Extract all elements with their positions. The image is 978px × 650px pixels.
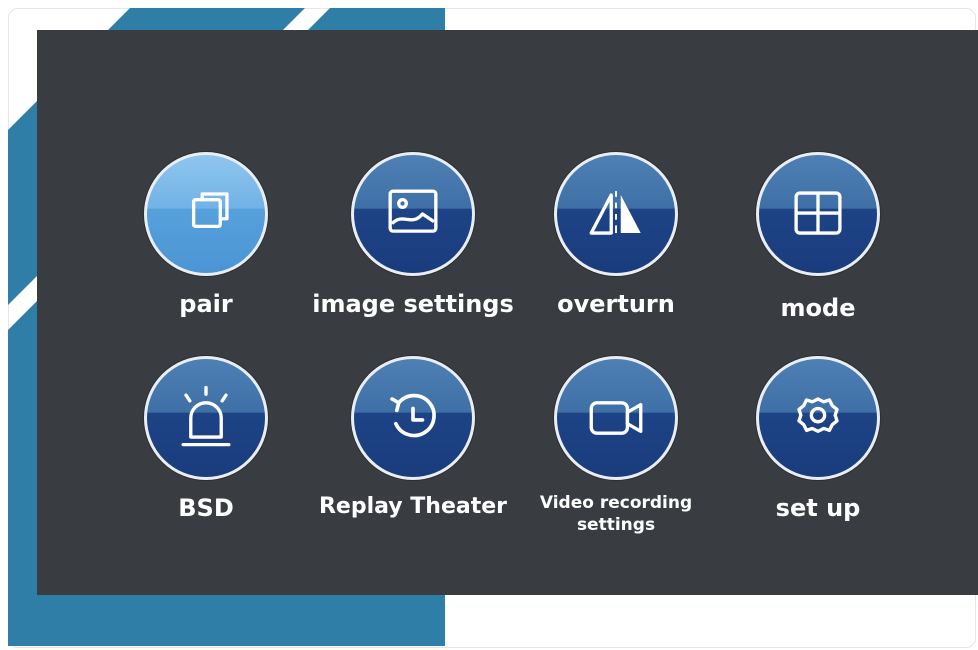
bsd-button[interactable]	[144, 356, 268, 480]
menu-item-label: set up	[775, 494, 861, 522]
menu-item-label: mode	[780, 294, 856, 322]
replay-history-icon	[390, 393, 436, 438]
image-icon	[388, 189, 438, 233]
menu-item-label: Video recording settings	[540, 492, 692, 536]
menu-item-pair[interactable]: pair	[126, 152, 286, 318]
pair-icon	[191, 192, 229, 229]
menu-item-video-recording-settings[interactable]: Video recording settings	[536, 356, 696, 536]
mode-button[interactable]	[756, 152, 880, 276]
menu-item-label: Replay Theater	[318, 494, 508, 519]
video-recording-settings-button[interactable]	[554, 356, 678, 480]
video-camera-icon	[589, 401, 643, 435]
menu-item-label: overturn	[557, 290, 675, 318]
menu-item-mode[interactable]: mode	[738, 152, 898, 322]
menu-item-set-up[interactable]: set up	[738, 356, 898, 522]
set-up-button[interactable]	[756, 356, 880, 480]
grid-mode-icon	[794, 191, 842, 235]
menu-item-bsd[interactable]: BSD	[126, 356, 286, 522]
menu-item-label: pair	[179, 290, 233, 318]
image-settings-button[interactable]	[351, 152, 475, 276]
gear-icon	[797, 397, 839, 433]
label-line-1: Video recording	[539, 493, 693, 513]
overturn-button[interactable]	[554, 152, 678, 276]
overturn-icon	[589, 191, 641, 235]
menu-item-overturn[interactable]: overturn	[536, 152, 696, 318]
alarm-siren-icon	[181, 385, 231, 447]
menu-item-replay-theater[interactable]: Replay Theater	[300, 356, 526, 519]
menu-item-image-settings[interactable]: image settings	[300, 152, 526, 318]
menu-item-label: image settings	[312, 290, 514, 318]
replay-theater-button[interactable]	[351, 356, 475, 480]
menu-item-label: BSD	[178, 494, 234, 522]
pair-button[interactable]	[144, 152, 268, 276]
label-line-2: settings	[576, 515, 656, 535]
